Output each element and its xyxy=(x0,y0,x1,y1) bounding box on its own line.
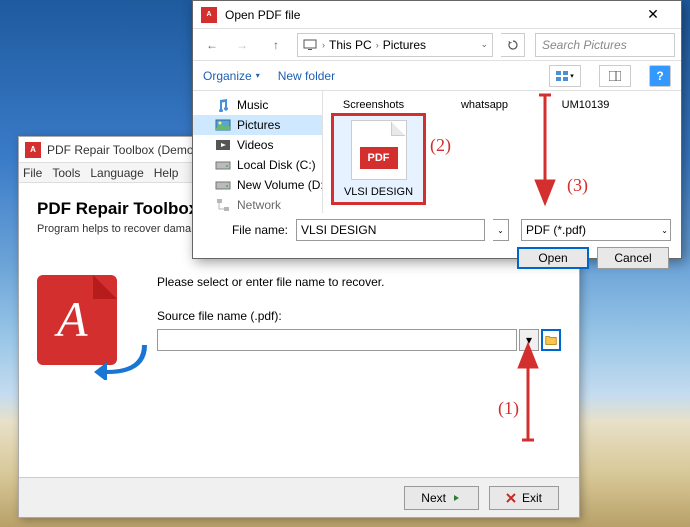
exit-label: Exit xyxy=(522,491,542,505)
open-button[interactable]: Open xyxy=(517,247,589,269)
source-dropdown-button[interactable]: ▾ xyxy=(519,329,539,351)
sidebar-item-pictures[interactable]: Pictures xyxy=(193,115,322,135)
source-label: Source file name (.pdf): xyxy=(157,309,561,323)
bg-footer: Next Exit xyxy=(19,477,579,517)
file-item-screenshots[interactable]: Screenshots xyxy=(331,95,416,111)
nav-back-button[interactable]: ← xyxy=(199,33,225,57)
app-icon: A xyxy=(25,142,41,158)
dlg-sidebar: Music Pictures Videos Local Disk (C:) Ne… xyxy=(193,91,323,213)
nav-forward-button[interactable]: → xyxy=(229,33,255,57)
instruction-text: Please select or enter file name to reco… xyxy=(157,275,561,289)
open-file-dialog: A Open PDF file ✕ ← → ↑ › This PC › Pict… xyxy=(192,0,682,259)
file-name-label: VLSI DESIGN xyxy=(338,186,419,198)
file-item-um10139[interactable]: UM10139 xyxy=(543,95,628,111)
preview-pane-button[interactable] xyxy=(599,65,631,87)
refresh-icon xyxy=(507,39,519,51)
pdf-file-icon: PDF xyxy=(351,120,407,180)
filename-input[interactable] xyxy=(296,219,485,241)
app-logo: A xyxy=(37,275,137,375)
refresh-button[interactable] xyxy=(501,33,525,57)
arrow-right-icon xyxy=(452,493,462,503)
sidebar-item-music[interactable]: Music xyxy=(193,95,322,115)
dlg-body: Music Pictures Videos Local Disk (C:) Ne… xyxy=(193,91,681,213)
search-placeholder: Search Pictures xyxy=(542,38,627,52)
drive-icon xyxy=(215,158,231,172)
next-label: Next xyxy=(421,491,446,505)
sidebar-item-newvolume[interactable]: New Volume (D: xyxy=(193,175,322,195)
new-folder-button[interactable]: New folder xyxy=(278,69,335,83)
dlg-bottom: File name: ⌄ PDF (*.pdf) ⌄ Open Cancel xyxy=(193,213,681,275)
next-button[interactable]: Next xyxy=(404,486,479,510)
sidebar-item-network[interactable]: Network xyxy=(193,195,322,213)
pane-icon xyxy=(609,71,621,81)
crumb-folder[interactable]: Pictures xyxy=(383,38,426,52)
nav-up-button[interactable]: ↑ xyxy=(263,33,289,57)
music-icon xyxy=(215,98,231,112)
dlg-nav: ← → ↑ › This PC › Pictures ⌄ Search Pict… xyxy=(193,29,681,61)
filetype-select[interactable]: PDF (*.pdf) ⌄ xyxy=(521,219,671,241)
dlg-toolbar: Organize ▾ New folder ▾ ? xyxy=(193,61,681,91)
search-input[interactable]: Search Pictures xyxy=(535,33,675,57)
view-mode-button[interactable]: ▾ xyxy=(549,65,581,87)
menu-language[interactable]: Language xyxy=(90,166,143,180)
menu-tools[interactable]: Tools xyxy=(52,166,80,180)
file-list: Screenshots PDF VLSI DESIGN whatsapp UM1… xyxy=(323,91,681,213)
chevron-down-icon[interactable]: ⌄ xyxy=(480,39,488,50)
chevron-right-icon: › xyxy=(376,40,379,50)
dlg-app-icon: A xyxy=(201,7,217,23)
network-icon xyxy=(215,198,231,212)
crumb-pc[interactable]: This PC xyxy=(329,38,372,52)
dlg-title: Open PDF file xyxy=(225,8,633,22)
videos-icon xyxy=(215,138,231,152)
filetype-value: PDF (*.pdf) xyxy=(526,223,586,237)
sidebar-item-localdisk[interactable]: Local Disk (C:) xyxy=(193,155,322,175)
source-file-input[interactable] xyxy=(157,329,517,351)
chevron-down-icon: ⌄ xyxy=(661,226,668,235)
close-icon xyxy=(506,493,516,503)
filename-label: File name: xyxy=(203,223,288,237)
thumbnails-icon xyxy=(556,71,568,81)
file-item-vlsi[interactable]: PDF VLSI DESIGN xyxy=(331,113,426,205)
organize-button[interactable]: Organize ▾ xyxy=(203,69,260,83)
file-item-whatsapp[interactable]: whatsapp xyxy=(442,95,527,111)
menu-help[interactable]: Help xyxy=(154,166,179,180)
help-button[interactable]: ? xyxy=(649,65,671,87)
drive-icon xyxy=(215,178,231,192)
cancel-button[interactable]: Cancel xyxy=(597,247,669,269)
browse-button[interactable] xyxy=(541,329,561,351)
dlg-close-button[interactable]: ✕ xyxy=(633,1,673,29)
filename-dropdown[interactable]: ⌄ xyxy=(493,219,509,241)
pc-icon xyxy=(302,37,318,53)
exit-button[interactable]: Exit xyxy=(489,486,559,510)
menu-file[interactable]: File xyxy=(23,166,42,180)
dlg-titlebar: A Open PDF file ✕ xyxy=(193,1,681,29)
breadcrumb[interactable]: › This PC › Pictures ⌄ xyxy=(297,33,493,57)
sidebar-item-videos[interactable]: Videos xyxy=(193,135,322,155)
pictures-icon xyxy=(215,118,231,132)
chevron-right-icon: › xyxy=(322,40,325,50)
